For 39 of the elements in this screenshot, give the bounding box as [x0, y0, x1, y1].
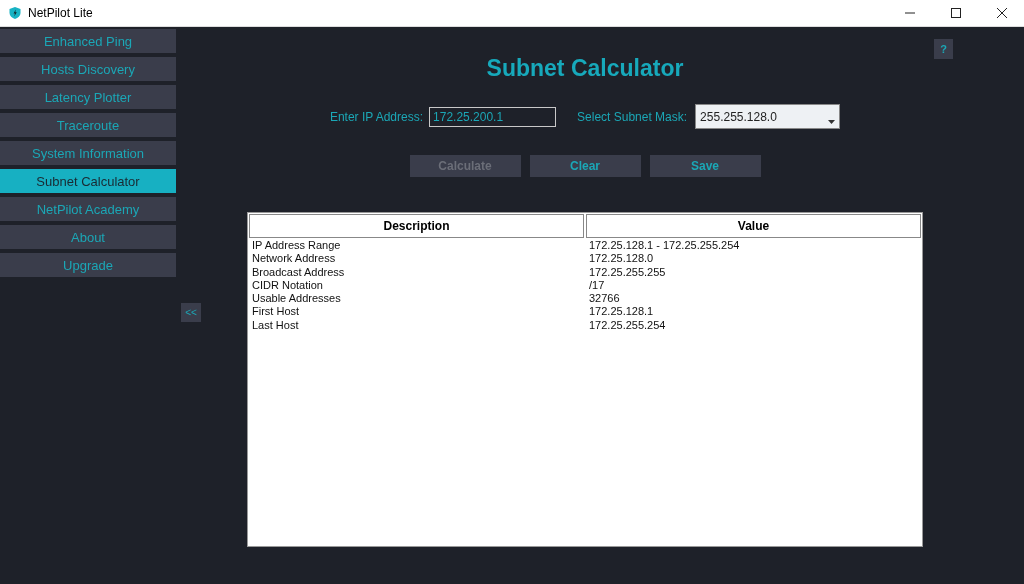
sidebar-item[interactable]: NetPilot Academy [0, 197, 176, 221]
sidebar-item[interactable]: Hosts Discovery [0, 57, 176, 81]
ip-field[interactable]: 172.25.200.1 [429, 106, 557, 127]
table-cell: 172.25.255.254 [589, 318, 666, 331]
sidebar-item[interactable]: Latency Plotter [0, 85, 176, 109]
sidebar-item[interactable]: About [0, 225, 176, 249]
maximize-icon[interactable] [950, 7, 962, 19]
caret-icon [828, 120, 836, 124]
table-cell: Network Address [252, 252, 336, 265]
table-cell: Broadcast Address [252, 265, 345, 278]
table-cell: /17 [589, 278, 605, 291]
table-cell: IP Address Range [252, 239, 341, 251]
sidebar-item[interactable]: Upgrade [0, 253, 176, 277]
page-title: Subnet Calculator [486, 55, 684, 82]
sidebar-item[interactable]: Enhanced Ping [0, 29, 176, 53]
table-cell: CIDR Notation [252, 278, 323, 291]
help-button[interactable]: ? [934, 39, 953, 59]
window-title: NetPilot Lite [28, 6, 93, 20]
action-button[interactable]: Clear [529, 155, 641, 177]
ip-label: Enter IP Address: [329, 109, 424, 124]
table-cell: 32766 [589, 292, 620, 305]
table-cell: First Host [252, 305, 300, 318]
table-cell: Last Host [252, 318, 299, 331]
column-header: Description [249, 214, 584, 238]
table-cell: 172.25.128.0 [589, 252, 654, 265]
table-cell: 172.25.255.255 [589, 265, 666, 278]
table-cell: 172.25.128.1 - 172.25.255.254 [589, 239, 740, 251]
mask-label: Select Subnet Mask: [577, 109, 688, 124]
sidebar-item[interactable]: Traceroute [0, 113, 176, 137]
action-button[interactable]: Save [649, 155, 761, 177]
table-cell: Usable Addresses [252, 292, 341, 305]
collapse-button[interactable]: << [181, 303, 201, 322]
sidebar-item[interactable]: Subnet Calculator [0, 169, 176, 193]
column-header: Value [586, 214, 921, 238]
table-cell: 172.25.128.1 [589, 305, 654, 318]
close-icon[interactable] [996, 7, 1008, 19]
sidebar-item[interactable]: System Information [0, 141, 176, 165]
shield-icon [8, 6, 22, 20]
subnet-mask-dropdown[interactable]: 255.255.128.0 [695, 104, 841, 129]
